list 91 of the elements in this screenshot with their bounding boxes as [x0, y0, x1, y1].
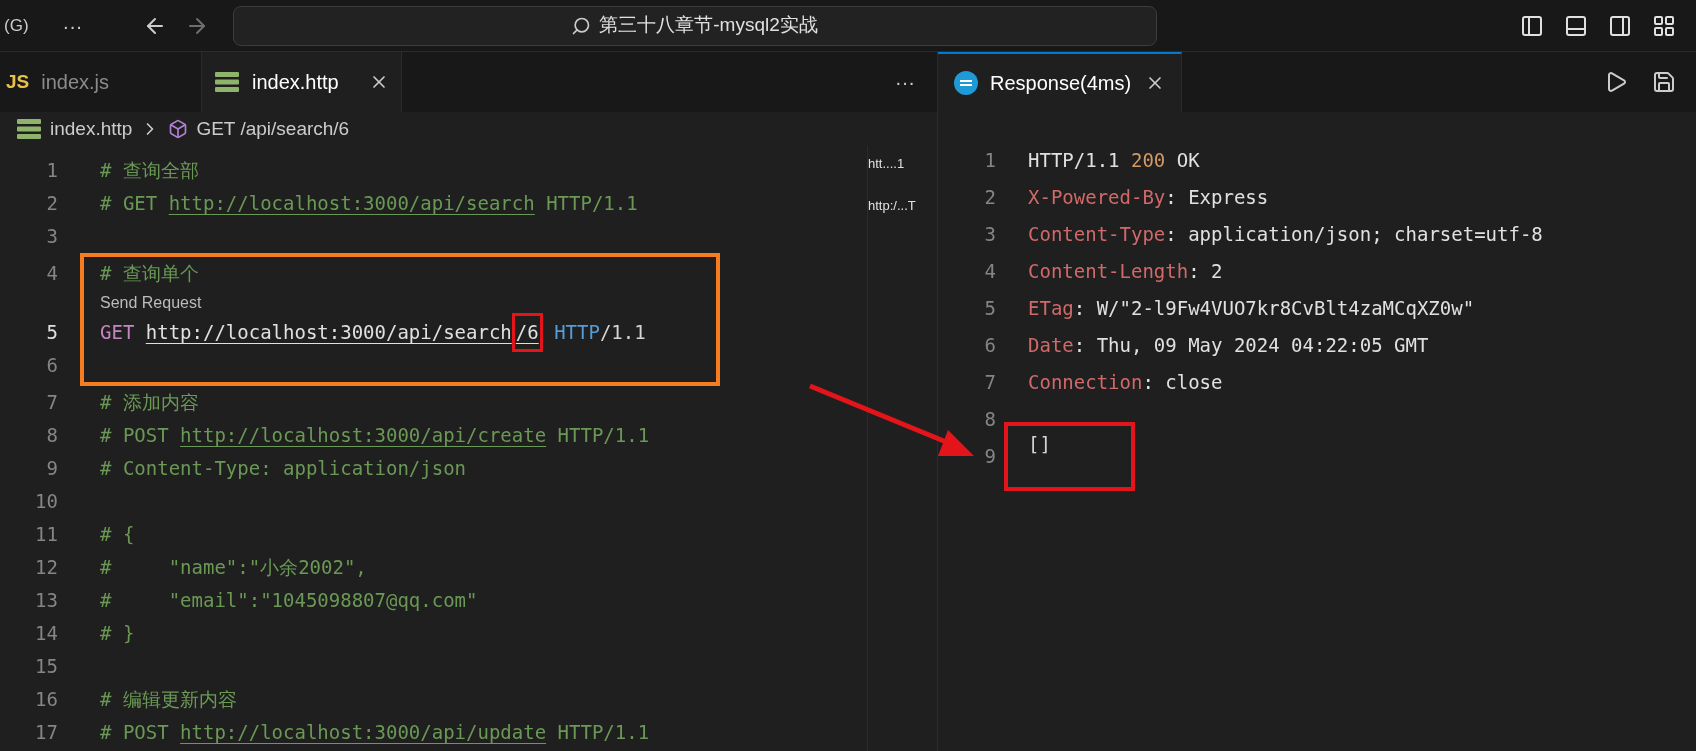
- search-text: 第三十八章节-mysql2实战: [599, 13, 818, 38]
- line-number: 6: [983, 333, 996, 359]
- code-comment: # GET: [100, 191, 159, 217]
- account-label[interactable]: (G): [4, 12, 29, 39]
- code-text: /1.1: [599, 320, 646, 346]
- header-value: : Express: [1165, 185, 1269, 211]
- code-link[interactable]: http://localhost:3000/api/search: [145, 318, 512, 347]
- layout-icon[interactable]: [1652, 13, 1676, 38]
- menu-button[interactable]: ···: [62, 10, 83, 41]
- line-number: 4: [983, 259, 996, 285]
- code-link[interactable]: http://localhost:3000/api/update: [180, 718, 547, 747]
- code-comment: # Content-Type: application/json: [100, 456, 467, 482]
- breadcrumb-file[interactable]: index.http: [50, 114, 133, 144]
- line-number: 2: [983, 185, 996, 211]
- line-number: 8: [45, 423, 58, 449]
- breadcrumb-symbol[interactable]: GET /api/search/6: [196, 114, 350, 144]
- code-comment: HTTP/1.1: [556, 720, 650, 746]
- header-name: ETag: [1028, 296, 1074, 322]
- code-comment: HTTP/1.1: [545, 191, 638, 217]
- server-stack-icon: [16, 118, 42, 140]
- more-actions-button[interactable]: ···: [895, 67, 915, 97]
- header-value: : 2: [1188, 259, 1223, 285]
- search-icon: [571, 15, 592, 36]
- header-name: Content-Length: [1028, 259, 1189, 285]
- line-number: 10: [34, 489, 58, 515]
- minimap-label: http:/...T: [868, 196, 917, 215]
- minimap-label: htt....1: [868, 155, 906, 173]
- header-name: Content-Type: [1028, 222, 1166, 248]
- code-comment: # POST: [100, 720, 170, 746]
- sidebar-toggle-icon[interactable]: [1520, 13, 1544, 38]
- line-number: 7: [983, 370, 996, 396]
- line-number: 5: [45, 320, 58, 346]
- header-value: : close: [1142, 370, 1223, 396]
- line-number: 3: [45, 224, 58, 250]
- secondary-sidebar-toggle-icon[interactable]: [1608, 13, 1632, 38]
- code-comment: # 添加内容: [100, 390, 199, 416]
- line-number: 13: [34, 588, 58, 614]
- code-comment: # 查询全部: [100, 158, 199, 184]
- rest-client-logo-icon: [954, 71, 978, 95]
- code-comment: # "email":"1045098807@qq.com": [100, 588, 478, 614]
- highlight-box: []: [1004, 422, 1135, 491]
- line-number: 9: [45, 456, 58, 482]
- code-comment: # 查询单个: [100, 261, 199, 287]
- header-name: Date: [1028, 333, 1074, 359]
- cube-icon: [168, 119, 189, 139]
- line-number: 14: [34, 621, 58, 647]
- line-number: 3: [983, 222, 996, 248]
- js-file-label: JS: [6, 69, 30, 94]
- response-tab[interactable]: Response(4ms): [938, 52, 1182, 112]
- tab-label: Response(4ms): [990, 71, 1132, 96]
- line-number: 1: [983, 148, 996, 174]
- code-comment: # {: [100, 522, 135, 548]
- line-number: 16: [34, 687, 58, 713]
- header-value: : Thu, 09 May 2024 04:22:05 GMT: [1073, 333, 1429, 359]
- code-link[interactable]: http://localhost:3000/api/create: [180, 421, 547, 450]
- panel-toggle-icon[interactable]: [1564, 13, 1588, 38]
- header-name: X-Powered-By: [1028, 185, 1166, 211]
- line-number: 8: [983, 407, 996, 433]
- line-number: 17: [34, 720, 58, 746]
- code-comment: # POST: [100, 423, 170, 449]
- header-value: HTTP/1.1: [1028, 148, 1121, 174]
- tab-label: index.http: [252, 70, 339, 95]
- line-number: 15: [34, 654, 58, 680]
- code-comment: # "name":"小余2002",: [100, 555, 367, 581]
- tab-label: index.js: [41, 70, 110, 95]
- line-number: 7: [45, 390, 58, 416]
- status-code: 200: [1130, 148, 1166, 174]
- code-keyword: GET: [100, 320, 136, 346]
- command-search-field[interactable]: 第三十八章节-mysql2实战: [232, 5, 1157, 46]
- line-number: 4: [45, 261, 58, 287]
- line-number: 11: [34, 522, 58, 548]
- header-value: : application/json; charset=utf-8: [1165, 222, 1543, 248]
- line-number: 5: [983, 296, 996, 322]
- header-name: Connection: [1028, 370, 1143, 396]
- editor-tab[interactable]: index.http: [202, 52, 402, 112]
- header-value: OK: [1175, 148, 1200, 174]
- code-comment: # 编辑更新内容: [100, 687, 237, 713]
- line-number: 12: [34, 555, 58, 581]
- code-link[interactable]: http://localhost:3000/api/search: [168, 189, 535, 218]
- highlight-box: /6: [511, 313, 543, 352]
- header-value: : W/"2-l9Fw4VUO7kr8CvBlt4zaMCqXZ0w": [1073, 296, 1475, 322]
- line-number: 1: [45, 158, 58, 184]
- line-number: 2: [45, 191, 58, 217]
- line-number: 6: [45, 353, 58, 379]
- line-number: 9: [983, 444, 996, 470]
- server-stack-icon: [214, 71, 240, 93]
- code-comment: HTTP/1.1: [556, 423, 650, 449]
- send-request-link[interactable]: Send Request: [100, 291, 202, 315]
- code-comment: # }: [100, 621, 135, 647]
- code-protocol: HTTP: [553, 320, 600, 346]
- save-icon[interactable]: [1652, 70, 1676, 94]
